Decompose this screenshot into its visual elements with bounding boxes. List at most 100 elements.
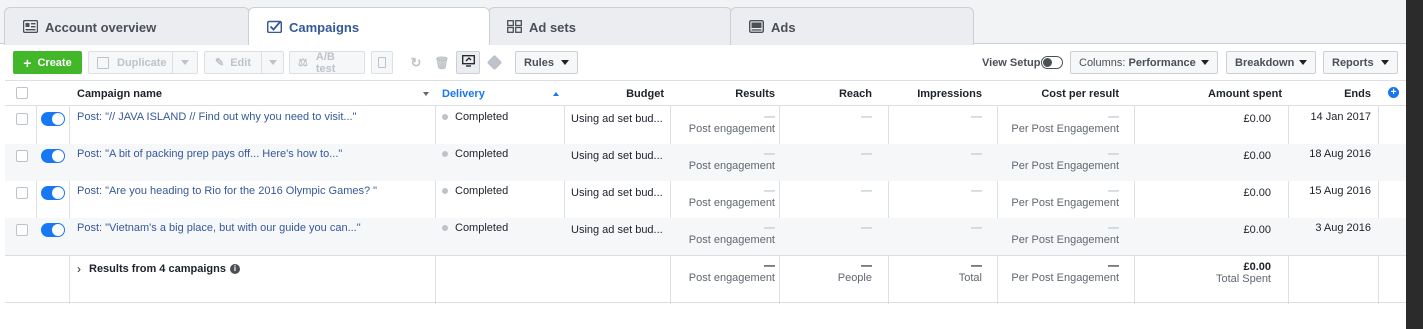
- duplicate-button[interactable]: Duplicate: [88, 51, 198, 74]
- preview-button[interactable]: [456, 51, 480, 74]
- chevron-down-icon[interactable]: [181, 60, 189, 65]
- tab-label: Ad sets: [529, 20, 576, 35]
- campaign-toggle[interactable]: [41, 112, 65, 126]
- duplicate-icon: [97, 56, 109, 69]
- column-header-budget[interactable]: Budget: [564, 81, 664, 106]
- campaigns-table: Campaign name Delivery Budget Results Re…: [5, 80, 1406, 304]
- column-header-cost-per-result[interactable]: Cost per result: [997, 81, 1119, 106]
- table-row[interactable]: Post: "A bit of packing prep pays off...…: [5, 144, 1406, 181]
- campaign-toggle[interactable]: [41, 149, 65, 163]
- status-dot-icon: [442, 114, 448, 120]
- delivery-status: Completed: [442, 222, 508, 234]
- summary-results-cell: — Post engagement: [688, 260, 775, 284]
- results-cell: — Post engagement: [688, 111, 775, 135]
- edit-button[interactable]: ✎ Edit: [204, 51, 284, 74]
- reach-cell: —: [861, 185, 872, 197]
- table-row[interactable]: Post: "Are you heading to Rio for the 20…: [5, 181, 1406, 218]
- chevron-down-icon: [561, 60, 569, 65]
- amount-spent-cell: £0.00: [1243, 187, 1271, 199]
- refresh-icon: ↻: [410, 54, 422, 70]
- results-cell: — Post engagement: [688, 148, 775, 172]
- amount-spent-cell: £0.00: [1243, 113, 1271, 125]
- column-header-results[interactable]: Results: [670, 81, 775, 106]
- reach-cell: —: [861, 222, 872, 234]
- chevron-down-icon: [1381, 60, 1389, 65]
- columns-dropdown[interactable]: Columns: Performance: [1070, 51, 1218, 74]
- impressions-cell: —: [971, 222, 982, 234]
- view-setup-label: View Setup: [982, 57, 1041, 69]
- tab-ad-sets[interactable]: Ad sets: [488, 7, 732, 45]
- ads-icon: [749, 20, 764, 33]
- chevron-down-icon[interactable]: [269, 60, 277, 65]
- column-header-amount-spent[interactable]: Amount spent: [1134, 81, 1282, 106]
- duplicate-label: Duplicate: [117, 56, 167, 69]
- create-label: Create: [37, 56, 72, 69]
- view-setup-toggle[interactable]: [1041, 56, 1063, 69]
- tab-label: Ads: [771, 20, 796, 35]
- account-overview-icon: [23, 20, 38, 33]
- chevron-down-icon: [1299, 60, 1307, 65]
- results-cell: — Post engagement: [688, 222, 775, 246]
- ab-test-button[interactable]: ⚖ A/B test: [289, 51, 365, 75]
- edit-label: Edit: [230, 56, 251, 69]
- table-row[interactable]: Post: "Vietnam's a big place, but with o…: [5, 218, 1406, 255]
- chevron-right-icon[interactable]: ›: [77, 262, 81, 276]
- refresh-button[interactable]: ↻: [404, 51, 428, 74]
- flask-icon: ⚖: [298, 57, 308, 69]
- tab-label: Account overview: [45, 20, 157, 35]
- reports-dropdown[interactable]: Reports: [1323, 51, 1398, 74]
- row-checkbox[interactable]: [16, 150, 28, 162]
- tab-campaigns[interactable]: Campaigns: [248, 7, 490, 45]
- results-summary-label: Results from 4 campaigns: [89, 263, 226, 275]
- campaign-name-link[interactable]: Post: "Vietnam's a big place, but with o…: [77, 222, 361, 234]
- campaign-name-link[interactable]: Post: "Are you heading to Rio for the 20…: [77, 185, 377, 197]
- ends-cell: 18 Aug 2016: [1309, 148, 1371, 160]
- tag-icon: [486, 54, 502, 71]
- breakdown-label: Breakdown: [1235, 56, 1295, 69]
- table-header: Campaign name Delivery Budget Results Re…: [5, 81, 1406, 106]
- cost-per-result-cell: — Per Post Engagement: [1011, 148, 1119, 172]
- rules-button[interactable]: Rules: [515, 51, 578, 74]
- summary-impressions-cell: — Total: [958, 260, 982, 284]
- columns-label: Columns: Performance: [1079, 56, 1196, 69]
- cost-per-result-cell: — Per Post Engagement: [1011, 222, 1119, 246]
- summary-reach-cell: — People: [837, 260, 872, 284]
- row-checkbox[interactable]: [16, 187, 28, 199]
- budget-cell: Using ad set bud...: [571, 187, 663, 199]
- preview-icon: [461, 55, 475, 70]
- results-cell: — Post engagement: [688, 185, 775, 209]
- budget-cell: Using ad set bud...: [571, 113, 663, 125]
- create-button[interactable]: + Create: [13, 51, 82, 74]
- campaigns-checkbox-icon: [267, 20, 282, 33]
- tab-ads[interactable]: Ads: [730, 7, 974, 45]
- select-all-checkbox[interactable]: [16, 87, 28, 99]
- breakdown-dropdown[interactable]: Breakdown: [1226, 51, 1316, 74]
- row-checkbox[interactable]: [16, 113, 28, 125]
- row-checkbox[interactable]: [16, 224, 28, 236]
- campaign-toggle[interactable]: [41, 223, 65, 237]
- clipboard-button[interactable]: [371, 51, 393, 74]
- campaign-name-link[interactable]: Post: "// JAVA ISLAND // Find out why yo…: [77, 111, 356, 123]
- reach-cell: —: [861, 148, 872, 160]
- tab-account-overview[interactable]: Account overview: [4, 7, 250, 45]
- column-header-ends[interactable]: Ends: [1288, 81, 1371, 106]
- column-header-delivery[interactable]: Delivery: [442, 81, 559, 106]
- info-icon[interactable]: i: [229, 264, 240, 274]
- impressions-cell: —: [971, 111, 982, 123]
- clipboard-icon: [378, 57, 386, 68]
- campaign-name-link[interactable]: Post: "A bit of packing prep pays off...…: [77, 148, 342, 160]
- column-header-reach[interactable]: Reach: [779, 81, 872, 106]
- add-column-icon[interactable]: +: [1388, 87, 1399, 98]
- tab-strip: Account overview Campaigns Ad sets Ads: [0, 0, 1406, 45]
- tag-button[interactable]: [482, 51, 506, 74]
- results-summary[interactable]: › Results from 4 campaigns i: [77, 262, 240, 276]
- delivery-status: Completed: [442, 148, 508, 160]
- campaign-toggle[interactable]: [41, 186, 65, 200]
- reach-cell: —: [861, 111, 872, 123]
- table-row[interactable]: Post: "// JAVA ISLAND // Find out why yo…: [5, 107, 1406, 144]
- column-header-impressions[interactable]: Impressions: [888, 81, 982, 106]
- trash-icon: 🗑: [434, 55, 450, 70]
- ad-sets-grid-icon: [507, 20, 522, 33]
- column-header-campaign-name[interactable]: Campaign name: [77, 81, 429, 106]
- delete-button[interactable]: 🗑: [430, 51, 454, 74]
